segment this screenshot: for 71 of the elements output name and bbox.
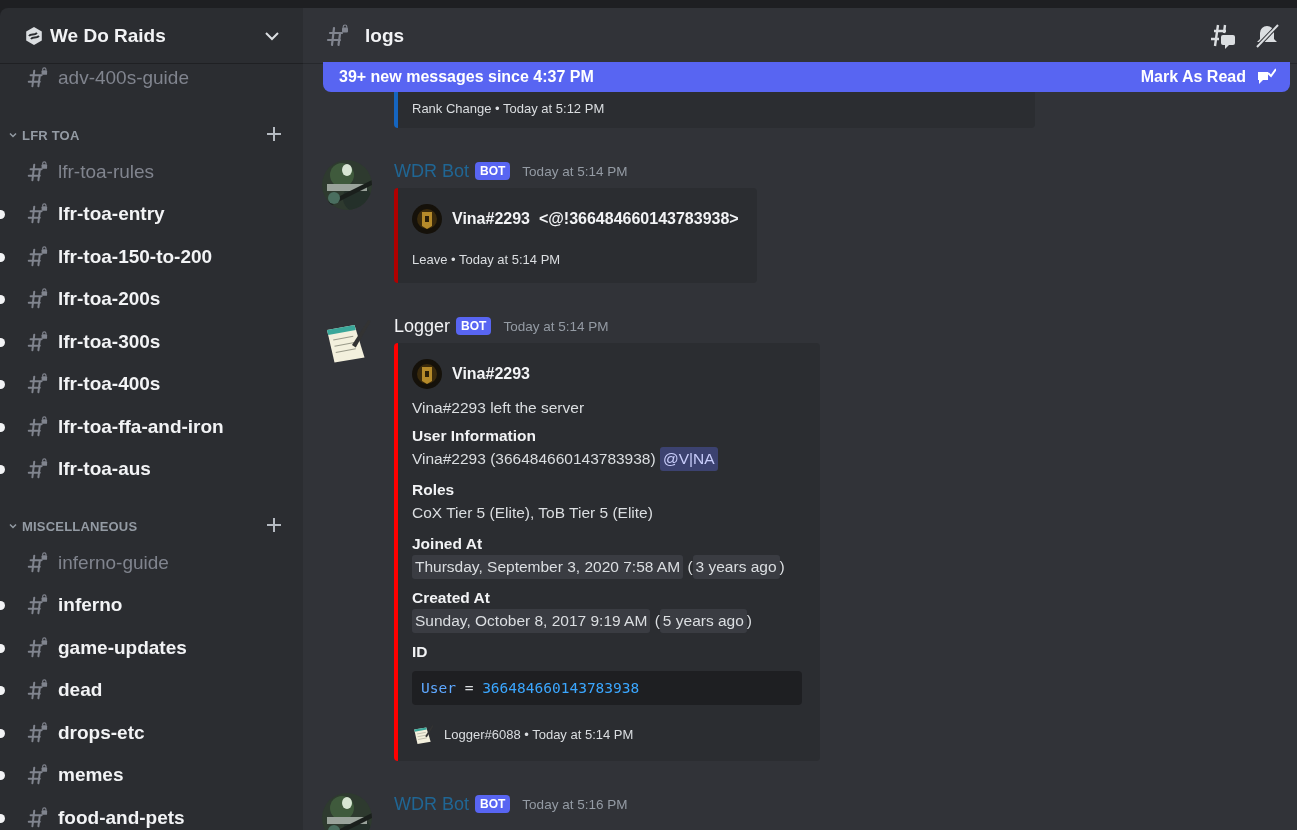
channel-item[interactable]: lfr-toa-400s (0, 363, 303, 406)
hash-lock-icon (26, 679, 48, 702)
timestamp: Sunday, October 8, 2017 9:19 AM (412, 609, 651, 633)
category-header[interactable]: MISCELLANEOUS (0, 490, 303, 542)
bot-tag: BOT (475, 162, 511, 180)
channel-title: logs (365, 24, 406, 47)
hash-lock-icon (26, 636, 48, 659)
bot-tag: BOT (475, 795, 511, 813)
timestamp: 5 years ago (659, 609, 747, 633)
hash-lock-icon (26, 67, 48, 90)
hash-lock-icon (26, 764, 48, 787)
field-value: Sunday, October 8, 2017 9:19 AM ( 5 years ago ) (412, 609, 802, 633)
plus-icon[interactable] (265, 124, 283, 143)
hash-lock-icon (26, 245, 48, 268)
embed-author: Vina#2293 (452, 365, 530, 383)
field-name: ID (412, 643, 429, 661)
hash-lock-icon (26, 551, 48, 574)
hash-lock-icon (26, 330, 48, 353)
field-value: CoX Tier 5 (Elite), ToB Tier 5 (Elite) (412, 503, 654, 523)
category-header[interactable]: LFR TOA (0, 99, 303, 151)
channel-item[interactable]: lfr-toa-aus (0, 448, 303, 491)
channel-item[interactable]: lfr-toa-rules (0, 150, 303, 193)
message-time: Today at 5:16 PM (522, 796, 628, 812)
hash-lock-icon (26, 594, 48, 617)
channel-item[interactable]: lfr-toa-ffa-and-iron (0, 405, 303, 448)
embed-description: Vina#2293 left the server (412, 399, 586, 417)
plus-icon[interactable] (265, 515, 283, 534)
message-time: Today at 5:14 PM (522, 163, 628, 179)
hash-lock-icon (26, 458, 48, 481)
field-name: User Information (412, 427, 537, 445)
embed-footer: Leave • Today at 5:14 PM (412, 252, 561, 267)
channel-item[interactable]: dead (0, 669, 303, 712)
field-name: Joined At (412, 535, 484, 553)
field-value: Thursday, September 3, 2020 7:58 AM ( 3 years ago ) (412, 555, 802, 579)
new-messages-banner[interactable]: 39+ new messages since 4:37 PM Mark As Read (323, 62, 1290, 92)
field-name: Created At (412, 589, 491, 607)
hash-lock-icon (26, 288, 48, 311)
channel-item[interactable]: lfr-toa-200s (0, 278, 303, 321)
embed-author: Vina#2293 <@!366484660143783938> (452, 210, 739, 228)
hash-lock-icon (26, 203, 48, 226)
mark-as-read-button[interactable]: Mark As Read (1140, 68, 1276, 86)
server-badge-icon (24, 25, 44, 46)
hash-lock-icon (26, 806, 48, 829)
message-time: Today at 5:14 PM (503, 318, 609, 334)
bell-slash-icon[interactable] (1253, 21, 1281, 50)
user-mention[interactable]: @V|NA (659, 447, 718, 471)
hash-lock-icon (26, 160, 48, 183)
server-header[interactable]: We Do Raids (0, 8, 303, 64)
timestamp: Thursday, September 3, 2020 7:58 AM (412, 555, 684, 579)
channel-item[interactable]: game-updates (0, 626, 303, 669)
field-value: Vina#2293 (366484660143783938) @V|NA (412, 447, 802, 471)
hash-lock-icon (325, 23, 349, 48)
channel-item[interactable]: lfr-toa-300s (0, 320, 303, 363)
channel-item[interactable]: lfr-toa-150-to-200 (0, 235, 303, 278)
timestamp: 3 years ago (692, 555, 780, 579)
field-name: Roles (412, 481, 456, 499)
channel-item[interactable]: lfr-toa-entry (0, 193, 303, 236)
hash-lock-icon (26, 373, 48, 396)
channel-item[interactable]: memes (0, 754, 303, 797)
embed-footer: Rank Change • Today at 5:12 PM (412, 101, 605, 116)
channel-item[interactable]: food-and-pets (0, 796, 303, 830)
bot-tag: BOT (456, 317, 492, 335)
channel-item[interactable]: drops-etc (0, 711, 303, 754)
chat-check-icon (1256, 68, 1276, 86)
channel-item[interactable]: inferno-guide (0, 541, 303, 584)
code-block: User = 366484660143783938 (412, 671, 802, 705)
channel-item[interactable]: inferno (0, 584, 303, 627)
hash-lock-icon (26, 721, 48, 744)
hash-lock-icon (26, 415, 48, 438)
embed-footer: Logger#6088 • Today at 5:14 PM (444, 726, 634, 742)
author-name[interactable]: Logger (394, 315, 451, 337)
